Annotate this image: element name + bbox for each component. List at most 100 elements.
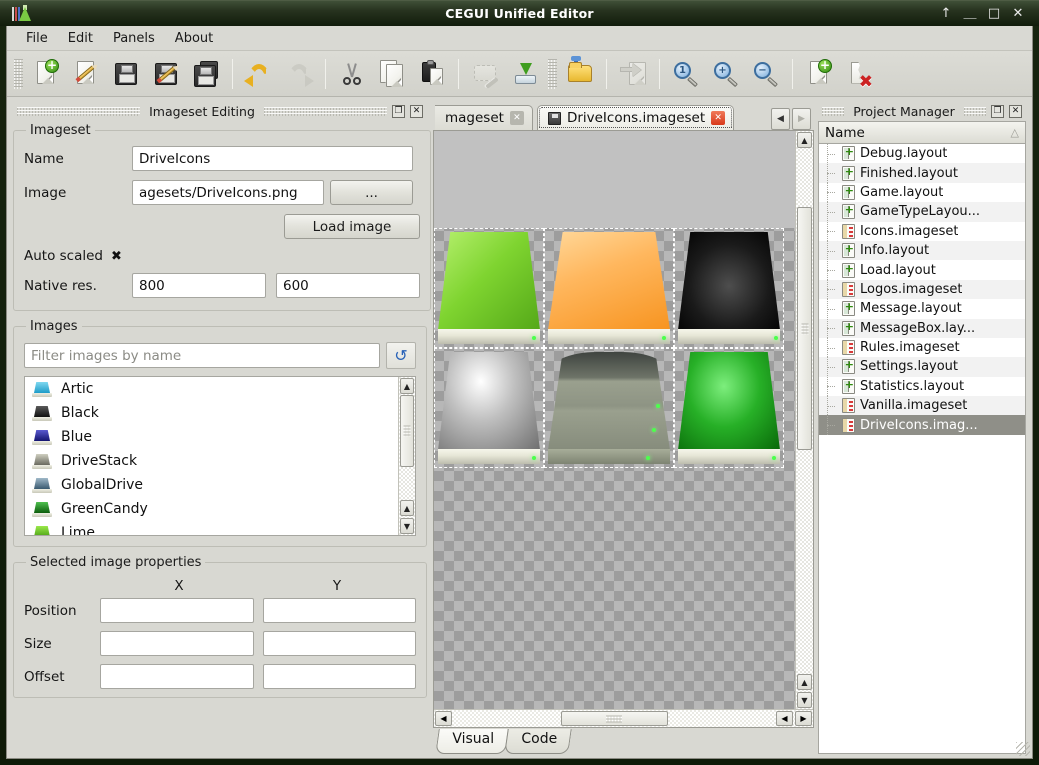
list-item[interactable]: Lime xyxy=(25,521,398,535)
tree-item[interactable]: GameTypeLayou... xyxy=(819,202,1025,221)
save-button[interactable] xyxy=(106,54,146,94)
image-region-black[interactable] xyxy=(674,228,784,348)
image-region-silver[interactable] xyxy=(434,348,544,468)
tree-item[interactable]: Statistics.layout xyxy=(819,377,1025,396)
canvas-scroll-up-button[interactable]: ▲ xyxy=(797,132,812,148)
edit-file-button[interactable] xyxy=(66,54,106,94)
redo-button[interactable] xyxy=(279,54,319,94)
import-button[interactable] xyxy=(505,54,545,94)
minimize-button[interactable]: ＿ xyxy=(963,7,977,20)
tree-item[interactable]: Icons.imageset xyxy=(819,222,1025,241)
images-scroll-down-button[interactable]: ▼ xyxy=(400,518,414,534)
canvas-scroll-track-bottom[interactable] xyxy=(796,450,813,673)
hscroll-track-right[interactable] xyxy=(668,710,776,727)
images-list-scrollbar[interactable]: ▲ ▲ ▼ xyxy=(398,377,415,535)
tab-scroll-left-button[interactable]: ◀ xyxy=(771,108,790,130)
shade-button[interactable]: ↑ xyxy=(939,7,953,20)
editor-tab-close-button[interactable]: ✕ xyxy=(510,111,524,125)
canvas-scroll-right-button[interactable]: ▶ xyxy=(795,711,812,726)
tree-item[interactable]: Message.layout xyxy=(819,299,1025,318)
image-region-greencandy[interactable] xyxy=(674,348,784,468)
canvas-vertical-scrollbar[interactable]: ▲ ▲ ▼ xyxy=(795,131,813,709)
refresh-images-button[interactable]: ↺ xyxy=(386,342,416,369)
native-res-width-input[interactable]: 800 xyxy=(132,273,266,298)
toolbar-grip[interactable] xyxy=(14,59,23,89)
canvas-scroll-up-button-2[interactable]: ▲ xyxy=(797,674,812,690)
window-resize-grip[interactable] xyxy=(1016,742,1030,756)
panel-close-button[interactable]: ✕ xyxy=(1009,105,1022,118)
panel-drag-handle[interactable] xyxy=(822,107,844,116)
editor-tab-driveicons[interactable]: DriveIcons.imageset ✕ xyxy=(537,105,734,130)
tree-item[interactable]: Load.layout xyxy=(819,260,1025,279)
menu-about[interactable]: About xyxy=(166,28,222,49)
editor-tab-close-button[interactable]: ✕ xyxy=(711,111,725,125)
load-image-button[interactable]: Load image xyxy=(284,214,420,239)
panel-drag-handle[interactable] xyxy=(264,107,387,116)
list-item[interactable]: Artic xyxy=(25,377,398,401)
canvas-scroll-track-top[interactable] xyxy=(796,149,813,207)
size-y-input[interactable] xyxy=(263,631,417,656)
new-item-button[interactable]: + xyxy=(799,54,839,94)
menu-file[interactable]: File xyxy=(17,28,57,49)
canvas-scroll-thumb[interactable] xyxy=(797,207,812,450)
canvas-scroll-left-button-2[interactable]: ◀ xyxy=(776,711,793,726)
copy-button[interactable] xyxy=(372,54,412,94)
tree-item[interactable]: Rules.imageset xyxy=(819,338,1025,357)
insert-button[interactable] xyxy=(613,54,653,94)
project-tree-header[interactable]: Name △ xyxy=(819,122,1025,144)
maximize-button[interactable]: □ xyxy=(987,7,1001,20)
new-file-button[interactable]: + xyxy=(26,54,66,94)
editor-tab-imageset[interactable]: mageset ✕ xyxy=(435,105,533,130)
position-x-input[interactable] xyxy=(100,598,254,623)
zoom-out-button[interactable]: − xyxy=(746,54,786,94)
panel-close-button[interactable]: ✕ xyxy=(410,105,423,118)
tab-scroll-right-button[interactable]: ▶ xyxy=(792,108,811,130)
offset-x-input[interactable] xyxy=(100,664,254,689)
native-res-height-input[interactable]: 600 xyxy=(276,273,420,298)
images-scroll-thumb[interactable] xyxy=(400,395,414,467)
cut-button[interactable] xyxy=(332,54,372,94)
image-region-drivestack[interactable] xyxy=(544,348,674,468)
list-item[interactable]: DriveStack xyxy=(25,449,398,473)
auto-scaled-checkbox[interactable]: ✖ xyxy=(111,249,122,264)
canvas-horizontal-scrollbar[interactable]: ◀ ◀ ▶ xyxy=(434,709,813,727)
browse-image-button[interactable]: ... xyxy=(330,180,413,205)
menu-edit[interactable]: Edit xyxy=(59,28,102,49)
image-region-orange[interactable] xyxy=(544,228,674,348)
imageset-image-input[interactable]: agesets/DriveIcons.png xyxy=(132,180,324,205)
tab-code[interactable]: Code xyxy=(504,729,571,754)
paste-button[interactable] xyxy=(412,54,452,94)
images-scroll-track[interactable] xyxy=(399,467,415,499)
undo-button[interactable] xyxy=(239,54,279,94)
panel-float-button[interactable]: ❐ xyxy=(991,105,1004,118)
tree-item[interactable]: Debug.layout xyxy=(819,144,1025,163)
tree-item[interactable]: MessageBox.lay... xyxy=(819,319,1025,338)
settings-button[interactable] xyxy=(465,54,505,94)
close-button[interactable]: ✕ xyxy=(1011,7,1025,20)
open-project-button[interactable] xyxy=(560,54,600,94)
panel-drag-handle[interactable] xyxy=(964,107,986,116)
list-item[interactable]: Black xyxy=(25,401,398,425)
canvas-hscroll-thumb[interactable] xyxy=(561,711,668,726)
tree-item[interactable]: DriveIcons.imag... xyxy=(819,415,1025,434)
panel-float-button[interactable]: ❐ xyxy=(392,105,405,118)
size-x-input[interactable] xyxy=(100,631,254,656)
list-item[interactable]: GlobalDrive xyxy=(25,473,398,497)
tree-item[interactable]: Logos.imageset xyxy=(819,280,1025,299)
save-all-button[interactable] xyxy=(186,54,226,94)
offset-y-input[interactable] xyxy=(263,664,417,689)
menu-panels[interactable]: Panels xyxy=(104,28,164,49)
panel-drag-handle[interactable] xyxy=(17,107,140,116)
imageset-canvas[interactable] xyxy=(434,131,795,709)
zoom-in-button[interactable]: + xyxy=(706,54,746,94)
canvas-scroll-left-button[interactable]: ◀ xyxy=(435,711,452,726)
tree-item[interactable]: Settings.layout xyxy=(819,357,1025,376)
image-region-lime[interactable] xyxy=(434,228,544,348)
delete-item-button[interactable]: ✖ xyxy=(839,54,879,94)
zoom-original-button[interactable]: 1 xyxy=(666,54,706,94)
tab-visual[interactable]: Visual xyxy=(435,729,508,754)
images-scroll-up-button[interactable]: ▲ xyxy=(400,378,414,394)
tree-item[interactable]: Info.layout xyxy=(819,241,1025,260)
images-scroll-up-button-2[interactable]: ▲ xyxy=(400,500,414,516)
tree-item[interactable]: Finished.layout xyxy=(819,163,1025,182)
